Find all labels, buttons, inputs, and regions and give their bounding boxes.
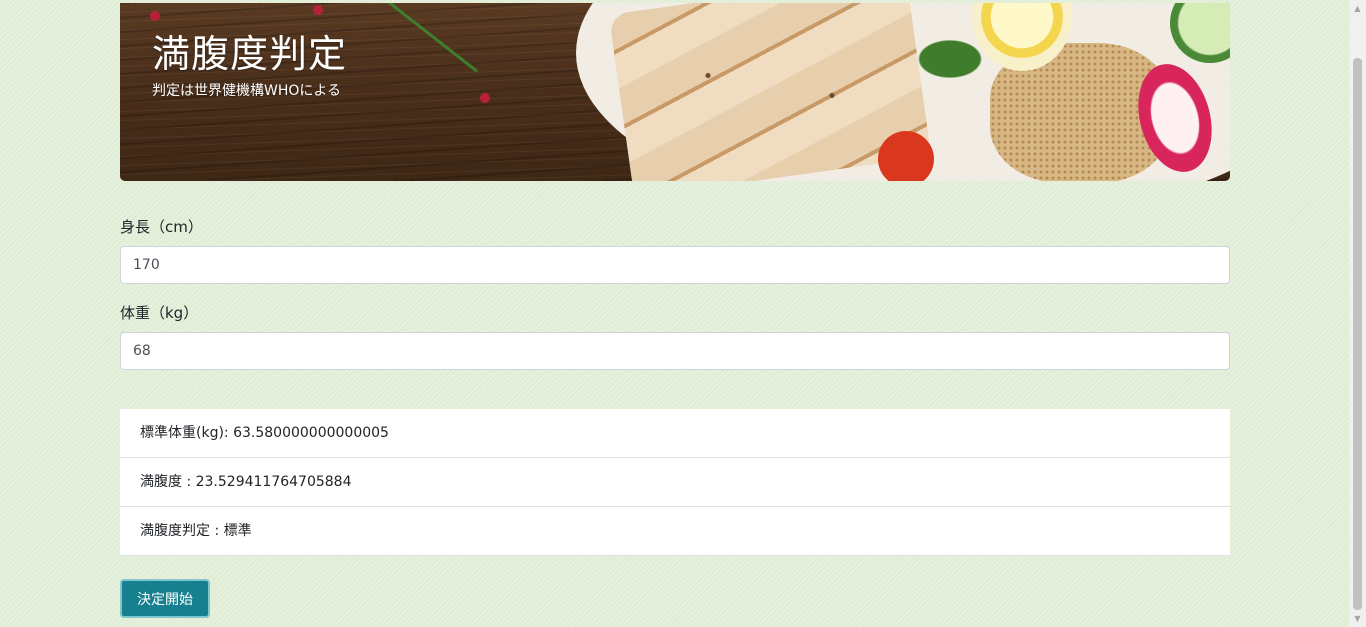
result-fullness-value: 満腹度 : 23.529411764705884	[120, 458, 1230, 507]
scroll-up-arrow-icon[interactable]: ▲	[1349, 0, 1366, 17]
vertical-scrollbar[interactable]: ▲ ▼	[1349, 0, 1366, 627]
page-title: 満腹度判定	[152, 32, 348, 76]
page-subtitle: 判定は世界健機構WHOによる	[152, 83, 341, 99]
result-list: 標準体重(kg): 63.580000000000005 満腹度 : 23.52…	[120, 409, 1230, 556]
tomato-image	[878, 131, 934, 181]
peppercorn-decoration	[150, 11, 160, 21]
peppercorn-decoration	[313, 5, 323, 15]
start-judgement-button[interactable]: 決定開始	[120, 579, 210, 618]
height-label: 身長（cm）	[120, 218, 203, 236]
header-banner: 満腹度判定 判定は世界健機構WHOによる	[120, 3, 1230, 181]
scroll-down-arrow-icon[interactable]: ▼	[1349, 610, 1366, 627]
result-fullness-judgement: 満腹度判定 : 標準	[120, 507, 1230, 556]
height-input[interactable]	[120, 246, 1230, 284]
peppercorn-decoration	[480, 93, 490, 103]
result-standard-weight: 標準体重(kg): 63.580000000000005	[120, 409, 1230, 458]
weight-input[interactable]	[120, 332, 1230, 370]
scrollbar-thumb[interactable]	[1353, 58, 1362, 610]
weight-label: 体重（kg）	[120, 304, 199, 322]
